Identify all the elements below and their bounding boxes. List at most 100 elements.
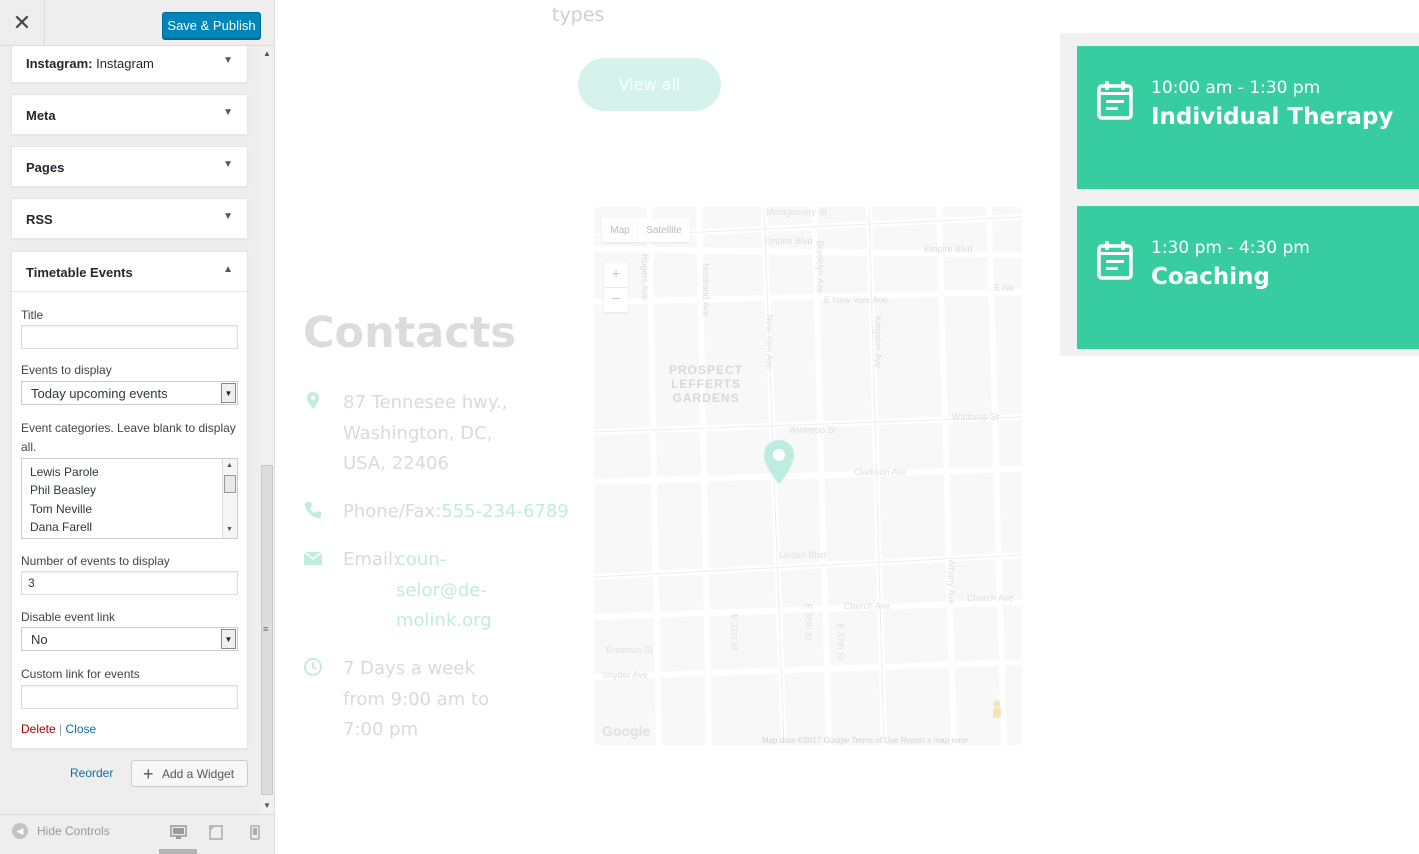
widget-pages[interactable]: Pages ▼: [11, 146, 248, 187]
street-label: Empire Blvd: [924, 244, 973, 254]
street-label: Rogers Ave: [640, 253, 651, 301]
event-title: Individual Therapy: [1151, 104, 1394, 130]
title-input[interactable]: [21, 325, 238, 349]
street-label: E New York Ave: [824, 295, 888, 305]
chevron-up-icon[interactable]: ▲: [223, 264, 233, 275]
street-label: E 31st St: [729, 613, 740, 651]
category-option[interactable]: Lewis Parole: [30, 465, 99, 479]
scroll-up-icon[interactable]: ▲: [263, 49, 271, 58]
delete-link[interactable]: Delete: [21, 722, 56, 736]
customizer-footer: ◀ Hide Controls: [0, 814, 274, 854]
mobile-preview-button[interactable]: [245, 822, 265, 842]
hide-controls-button[interactable]: ◀ Hide Controls: [12, 823, 110, 839]
event-categories-listbox[interactable]: Lewis Parole Phil Beasley Tom Neville Da…: [21, 458, 238, 539]
disable-link-label: Disable event link: [21, 610, 116, 624]
email-link[interactable]: selor@de-: [396, 575, 487, 606]
event-time: 10:00 am - 1:30 pm: [1151, 78, 1321, 98]
street-label: E 37th St: [835, 623, 846, 661]
street-label: Nostrand Ave: [700, 263, 711, 317]
email-link[interactable]: coun-: [396, 544, 446, 575]
map-type-satellite-tab[interactable]: Satellite: [638, 218, 690, 242]
listbox-scrollbar[interactable]: ▲ ▼: [222, 459, 237, 538]
chevron-down-icon: ▼: [221, 383, 236, 403]
chevron-down-icon[interactable]: ▼: [223, 159, 233, 170]
close-customizer-button[interactable]: ✕: [0, 0, 45, 45]
calendar-icon: [1097, 241, 1133, 280]
event-card[interactable]: 10:00 am - 1:30 pm Individual Therapy: [1077, 46, 1419, 189]
category-option[interactable]: Dana Farell: [30, 520, 92, 534]
event-categories-label: Event categories. Leave blank to display…: [21, 421, 236, 454]
chevron-down-icon[interactable]: ▼: [223, 55, 233, 66]
custom-link-input[interactable]: [21, 685, 238, 709]
scroll-down-icon[interactable]: ▼: [263, 801, 271, 810]
custom-link-label: Custom link for events: [21, 667, 140, 681]
close-icon: ✕: [12, 9, 32, 35]
event-title: Coaching: [1151, 264, 1270, 290]
tablet-preview-button[interactable]: [206, 822, 226, 842]
email-link[interactable]: molink.org: [396, 605, 492, 636]
view-all-button[interactable]: View all: [578, 58, 721, 111]
sidebar-scrollbar[interactable]: ▲ ≡ ▼: [260, 46, 274, 814]
chevron-down-icon[interactable]: ▼: [223, 211, 233, 222]
map-embed[interactable]: Map Satellite + − PROSPECT LEFFERTS GARD…: [594, 207, 1022, 745]
add-widget-button[interactable]: + Add a Widget: [131, 760, 248, 787]
title-label: Title: [21, 308, 44, 322]
widget-actions: Delete | Close: [21, 722, 97, 736]
map-marker-icon[interactable]: [762, 439, 796, 485]
widget-rss[interactable]: RSS ▼: [11, 198, 248, 239]
mobile-icon: [250, 824, 260, 840]
customizer-sidebar: ✕ Save & Publish Instagram: Instagram ▼ …: [0, 0, 275, 854]
widget-title: Meta: [26, 108, 56, 123]
close-link[interactable]: Close: [66, 722, 97, 736]
street-label: Snyder Ave: [602, 670, 648, 680]
street-label: Empire Blvd: [764, 236, 813, 246]
tablet-icon: [209, 824, 223, 840]
chevron-down-icon: ▼: [221, 629, 236, 649]
number-events-input[interactable]: [21, 571, 238, 595]
widget-instagram[interactable]: Instagram: Instagram ▼: [11, 46, 248, 83]
reorder-link[interactable]: Reorder: [70, 766, 113, 780]
active-device-indicator: [159, 849, 197, 854]
category-option[interactable]: Phil Beasley: [30, 483, 96, 497]
collapse-icon: ◀: [12, 823, 28, 839]
plus-icon: +: [143, 764, 154, 784]
category-option[interactable]: Tom Neville: [30, 502, 92, 516]
widget-title: Instagram: Instagram: [26, 56, 154, 71]
site-preview: types View all Contacts 87 Tennesee hwy.…: [276, 0, 1419, 854]
widget-meta[interactable]: Meta ▼: [11, 94, 248, 135]
widget-list: Instagram: Instagram ▼ Meta ▼ Pages ▼ RS…: [0, 46, 260, 814]
scroll-thumb[interactable]: [224, 475, 236, 493]
street-view-icon[interactable]: [990, 700, 1004, 722]
section-text: types: [552, 4, 605, 26]
map-type-map-tab[interactable]: Map: [602, 218, 638, 242]
scroll-down-icon[interactable]: ▼: [226, 526, 233, 533]
desktop-icon: [169, 824, 187, 839]
street-label: Erasmus St: [606, 645, 653, 655]
widget-title: RSS: [26, 212, 53, 227]
street-label: Church Ave: [844, 601, 891, 611]
widget-header[interactable]: Timetable Events ▲: [12, 252, 247, 292]
phone-link[interactable]: 555-234-6789: [441, 501, 569, 522]
street-label: Winthrop St: [789, 425, 837, 435]
zoom-in-button[interactable]: +: [604, 263, 628, 287]
timetable-events-widget: 10:00 am - 1:30 pm Individual Therapy 1:…: [1060, 33, 1419, 356]
widget-title: Pages: [26, 160, 65, 175]
street-label: Linden Blvd: [779, 550, 827, 560]
save-publish-button[interactable]: Save & Publish: [162, 12, 261, 39]
chevron-down-icon[interactable]: ▼: [223, 107, 233, 118]
email-icon: [303, 551, 323, 565]
street-label: Kingston Ave: [873, 315, 884, 369]
zoom-out-button[interactable]: −: [604, 288, 628, 312]
widget-timetable-events: Timetable Events ▲ Title Events to displ…: [11, 251, 248, 749]
location-pin-icon: [307, 392, 319, 409]
map-streets: [594, 207, 1022, 745]
scroll-up-icon[interactable]: ▲: [226, 462, 233, 469]
desktop-preview-button[interactable]: [168, 822, 188, 842]
street-label: Winthrop St: [952, 412, 1000, 422]
events-display-select[interactable]: Today upcoming events ▼: [21, 381, 238, 405]
map-attribution: Map data ©2017 Google Terms of Use Repor…: [762, 736, 969, 745]
disable-link-select[interactable]: No ▼: [21, 627, 238, 651]
event-card[interactable]: 1:30 pm - 4:30 pm Coaching: [1077, 206, 1419, 349]
street-label: E 35th St: [803, 603, 814, 641]
street-label: Church Ave: [967, 593, 1014, 603]
